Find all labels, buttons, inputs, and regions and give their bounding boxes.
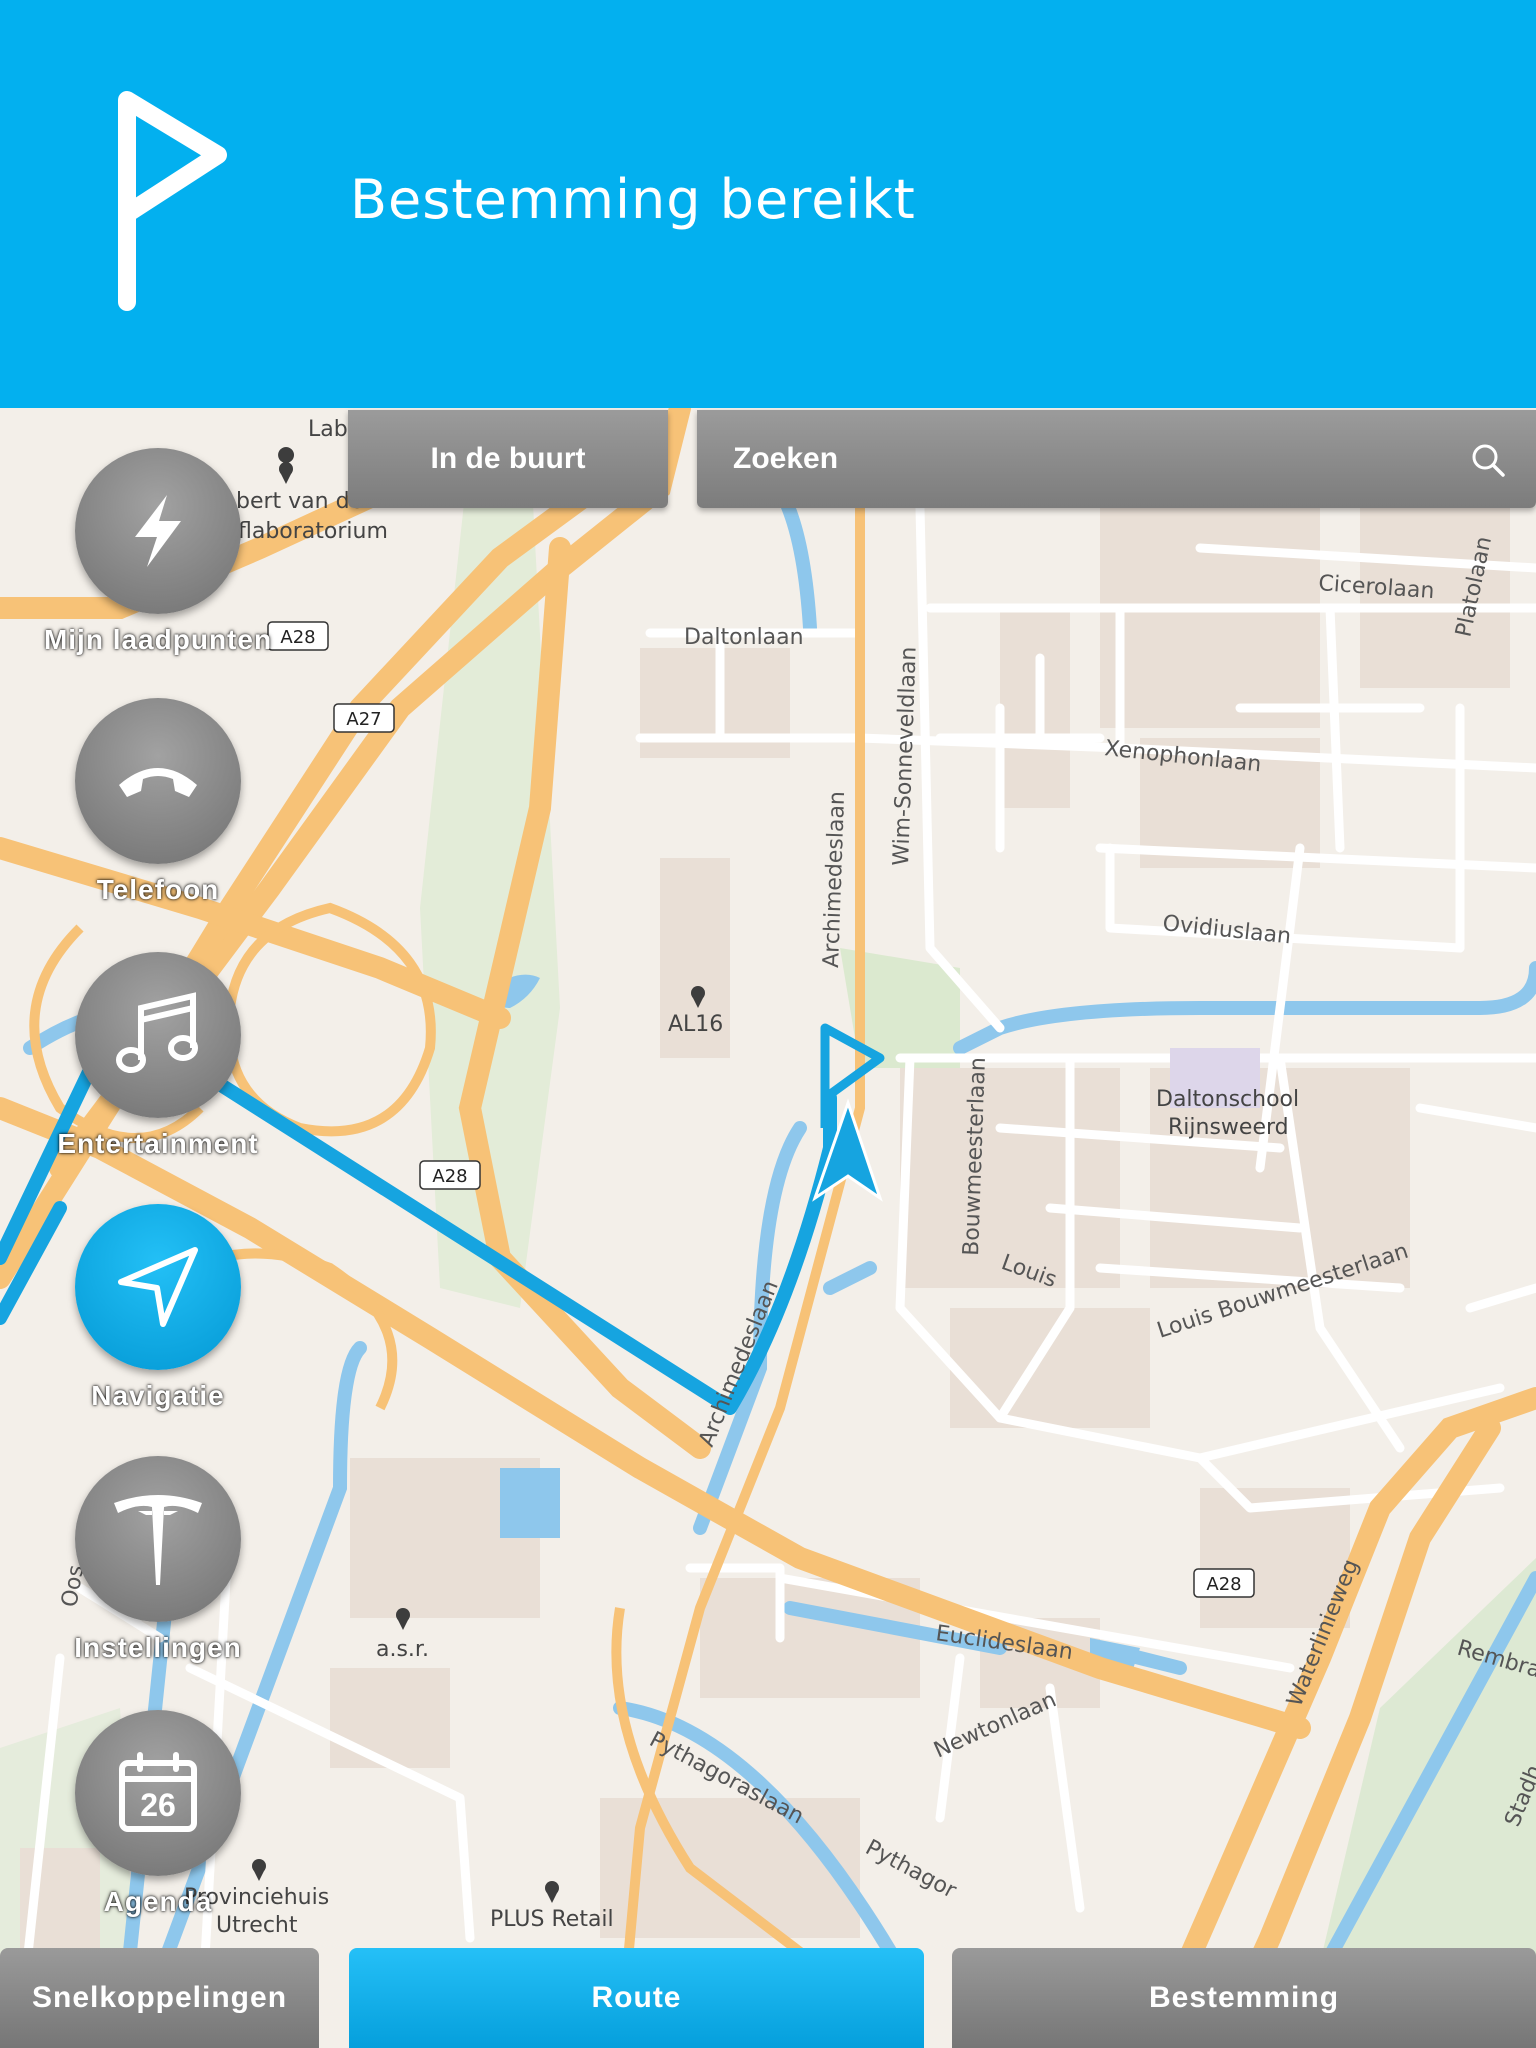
poi-label: flaboratorium bbox=[238, 519, 388, 544]
nearby-button-label: In de buurt bbox=[430, 442, 586, 475]
poi-label: AL16 bbox=[668, 1012, 723, 1037]
tab-route[interactable]: Route bbox=[349, 1948, 924, 2048]
calendar-button[interactable]: 26 bbox=[75, 1710, 241, 1876]
arrival-banner: Bestemming bereikt bbox=[0, 0, 1536, 408]
arrival-title: Bestemming bereikt bbox=[350, 168, 916, 231]
poi-label: Rijnsweerd bbox=[1168, 1115, 1289, 1140]
phone-icon bbox=[119, 768, 197, 797]
navigation-button[interactable] bbox=[75, 1204, 241, 1370]
sidebar-item-phone[interactable]: Telefoon bbox=[75, 698, 241, 905]
street-label: Daltonlaan bbox=[684, 625, 804, 650]
poi-label: PLUS Retail bbox=[490, 1907, 614, 1932]
highway-shield-label: A28 bbox=[432, 1166, 467, 1187]
tab-label: Bestemming bbox=[1148, 1981, 1340, 2014]
highway-shield-a27: A27 bbox=[333, 703, 395, 733]
settings-button[interactable] bbox=[75, 1456, 241, 1622]
tab-label: Route bbox=[591, 1981, 682, 2014]
sidebar-item-charging[interactable]: Mijn laadpunten bbox=[44, 448, 271, 655]
sidebar-item-label: Entertainment bbox=[57, 1128, 259, 1159]
calendar-icon: 26 bbox=[116, 1751, 200, 1835]
sidebar-item-navigation[interactable]: Navigatie bbox=[75, 1204, 241, 1411]
destination-flag-icon bbox=[118, 91, 227, 311]
poi-label: a.s.r. bbox=[376, 1637, 429, 1662]
sidebar-item-label: Instellingen bbox=[74, 1632, 242, 1663]
navigation-arrow-icon bbox=[118, 1247, 198, 1327]
sidebar-item-label: Mijn laadpunten bbox=[43, 624, 273, 655]
tab-destination[interactable]: Bestemming bbox=[952, 1948, 1536, 2048]
nearby-button[interactable]: In de buurt bbox=[348, 410, 668, 508]
search-label: Zoeken bbox=[733, 442, 839, 475]
lightning-icon bbox=[135, 495, 181, 567]
sidebar-item-entertainment[interactable]: Entertainment bbox=[57, 952, 258, 1159]
calendar-day: 26 bbox=[140, 1787, 176, 1823]
tesla-logo-icon bbox=[114, 1495, 202, 1585]
tab-label: Snelkoppelingen bbox=[31, 1981, 288, 2014]
sidebar-item-label: Telefoon bbox=[96, 874, 220, 905]
entertainment-button[interactable] bbox=[75, 952, 241, 1118]
music-note-icon bbox=[116, 992, 198, 1073]
poi-label: Daltonschool bbox=[1156, 1087, 1299, 1112]
poi-label: Lab bbox=[308, 417, 348, 442]
search-icon[interactable] bbox=[1470, 442, 1506, 478]
sidebar-item-settings[interactable]: Instellingen bbox=[74, 1456, 241, 1663]
search-bar[interactable]: Zoeken bbox=[697, 410, 1536, 508]
poi-label: bert van de bbox=[236, 489, 363, 514]
sidebar-item-label: Agenda bbox=[103, 1886, 213, 1917]
tab-shortcuts[interactable]: Snelkoppelingen bbox=[0, 1948, 319, 2048]
phone-button[interactable] bbox=[75, 698, 241, 864]
highway-shield-label: A28 bbox=[1206, 1574, 1241, 1595]
sidebar-item-label: Navigatie bbox=[91, 1380, 225, 1411]
charging-button[interactable] bbox=[75, 448, 241, 614]
highway-shield-a28: A28 bbox=[1193, 1568, 1255, 1598]
highway-shield-a28: A28 bbox=[419, 1160, 481, 1190]
sidebar-item-calendar[interactable]: 26 Agenda bbox=[75, 1710, 241, 1917]
highway-shield-label: A27 bbox=[346, 709, 381, 730]
